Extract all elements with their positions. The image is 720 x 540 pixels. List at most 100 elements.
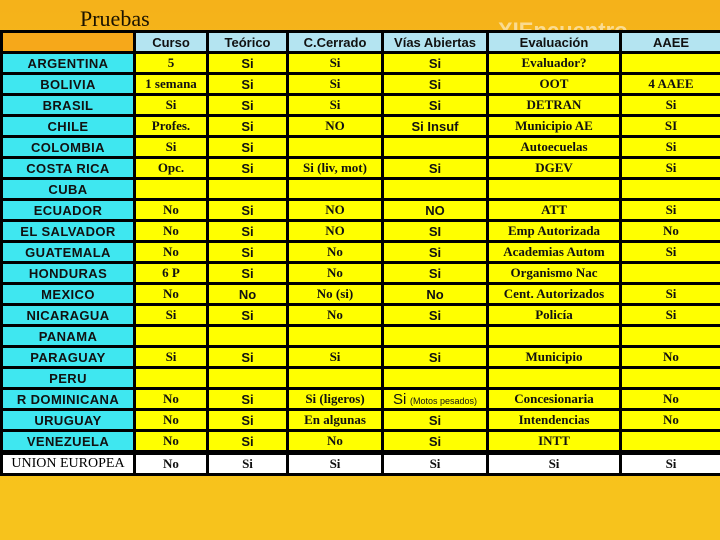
- cell-aaee: Si: [619, 198, 720, 222]
- cell-evaluacion: Concesionaria: [486, 387, 622, 411]
- table-row: UNION EUROPEA No Si Si Si Si Si: [0, 450, 720, 476]
- cell-curso: Si: [133, 345, 209, 369]
- cell-aaee: Si: [619, 135, 720, 159]
- cell-curso: No: [133, 282, 209, 306]
- cell-teorico: Si: [206, 198, 289, 222]
- cell-vias: Si: [381, 72, 489, 96]
- cell-cerrado: No: [286, 429, 384, 454]
- table-row: ECUADOR No Si NO NO ATT Si: [0, 198, 720, 222]
- cell-teorico: [206, 177, 289, 201]
- country-cell: CHILE: [0, 114, 136, 138]
- cell-teorico: Si: [206, 387, 289, 411]
- cell-cerrado: [286, 177, 384, 201]
- cell-curso: 6 P: [133, 261, 209, 285]
- country-cell: BRASIL: [0, 93, 136, 117]
- cell-curso: Opc.: [133, 156, 209, 180]
- cell-cerrado: No: [286, 303, 384, 327]
- cell-teorico: Si: [206, 450, 289, 476]
- col-header-curso: Curso: [133, 30, 209, 54]
- header-row: Curso Teórico C.Cerrado Vías Abiertas Ev…: [0, 30, 720, 54]
- cell-vias: NO: [381, 198, 489, 222]
- cell-curso: Si: [133, 303, 209, 327]
- cell-curso: No: [133, 450, 209, 476]
- table-row: PERU: [0, 366, 720, 390]
- country-cell: ECUADOR: [0, 198, 136, 222]
- cell-teorico: Si: [206, 156, 289, 180]
- cell-aaee: [619, 261, 720, 285]
- cell-aaee: No: [619, 345, 720, 369]
- cell-aaee: 4 AAEE: [619, 72, 720, 96]
- cell-vias-value: Si: [393, 390, 407, 408]
- slide-banner: Pruebas XIEncuentro: [0, 0, 720, 43]
- country-cell: NICARAGUA: [0, 303, 136, 327]
- cell-aaee: [619, 366, 720, 390]
- cell-teorico: Si: [206, 51, 289, 75]
- cell-aaee: [619, 51, 720, 75]
- cell-teorico: Si: [206, 261, 289, 285]
- cell-cerrado: NO: [286, 198, 384, 222]
- cell-cerrado: En algunas: [286, 408, 384, 432]
- cell-aaee: Si: [619, 240, 720, 264]
- country-cell: URUGUAY: [0, 408, 136, 432]
- cell-evaluacion: DETRAN: [486, 93, 622, 117]
- table-row: VENEZUELA No Si No Si INTT: [0, 429, 720, 454]
- country-cell: PARAGUAY: [0, 345, 136, 369]
- cell-vias: [381, 177, 489, 201]
- cell-aaee: No: [619, 219, 720, 243]
- cell-teorico: Si: [206, 408, 289, 432]
- cell-evaluacion: Si: [486, 450, 622, 476]
- table-row: BOLIVIA 1 semana Si Si Si OOT 4 AAEE: [0, 72, 720, 96]
- cell-vias: SI: [381, 219, 489, 243]
- cell-cerrado: No (si): [286, 282, 384, 306]
- cell-vias: Si: [381, 450, 489, 476]
- cell-vias: Si: [381, 51, 489, 75]
- cell-vias: Si: [381, 345, 489, 369]
- cell-teorico: Si: [206, 429, 289, 454]
- cell-aaee: Si: [619, 93, 720, 117]
- cell-teorico: Si: [206, 135, 289, 159]
- cell-evaluacion: Policía: [486, 303, 622, 327]
- cell-curso: No: [133, 219, 209, 243]
- cell-vias: [381, 366, 489, 390]
- country-cell: CUBA: [0, 177, 136, 201]
- country-cell: UNION EUROPEA: [0, 450, 136, 476]
- cell-cerrado: Si: [286, 450, 384, 476]
- cell-aaee: Si: [619, 282, 720, 306]
- cell-cerrado: Si (ligeros): [286, 387, 384, 411]
- table-row: URUGUAY No Si En algunas Si Intendencias No: [0, 408, 720, 432]
- cell-cerrado: [286, 135, 384, 159]
- table-row: GUATEMALA No Si No Si Academias Autom Si: [0, 240, 720, 264]
- col-header-aaee: AAEE: [619, 30, 720, 54]
- cell-cerrado: NO: [286, 114, 384, 138]
- cell-teorico: [206, 324, 289, 348]
- country-cell: COSTA RICA: [0, 156, 136, 180]
- cell-aaee: [619, 324, 720, 348]
- cell-evaluacion: Intendencias: [486, 408, 622, 432]
- cell-vias: Si: [381, 156, 489, 180]
- cell-teorico: Si: [206, 72, 289, 96]
- cell-evaluacion: Municipio AE: [486, 114, 622, 138]
- col-header-vias: Vías Abiertas: [381, 30, 489, 54]
- cell-aaee: No: [619, 408, 720, 432]
- country-cell: EL SALVADOR: [0, 219, 136, 243]
- cell-cerrado: Si: [286, 72, 384, 96]
- table-row: COSTA RICA Opc. Si Si (liv, mot) Si DGEV Si: [0, 156, 720, 180]
- cell-teorico: Si: [206, 114, 289, 138]
- table-row: CHILE Profes. Si NO Si Insuf Municipio AE SI: [0, 114, 720, 138]
- cell-curso: 5: [133, 51, 209, 75]
- cell-evaluacion: Cent. Autorizados: [486, 282, 622, 306]
- cell-curso: No: [133, 198, 209, 222]
- cell-vias-note: (Motos pesados): [409, 395, 477, 406]
- cell-curso: [133, 324, 209, 348]
- table-row: R DOMINICANA No Si Si (ligeros) Si (Motos pe…: [0, 387, 720, 411]
- cell-teorico: No: [206, 282, 289, 306]
- cell-curso: No: [133, 429, 209, 454]
- cell-evaluacion: ATT: [486, 198, 622, 222]
- cell-teorico: Si: [206, 219, 289, 243]
- country-cell: PANAMA: [0, 324, 136, 348]
- cell-vias: Si: [381, 93, 489, 117]
- cell-teorico: Si: [206, 93, 289, 117]
- table-row: HONDURAS 6 P Si No Si Organismo Nac: [0, 261, 720, 285]
- cell-vias: [381, 135, 489, 159]
- col-header-evaluacion: Evaluación: [486, 30, 622, 54]
